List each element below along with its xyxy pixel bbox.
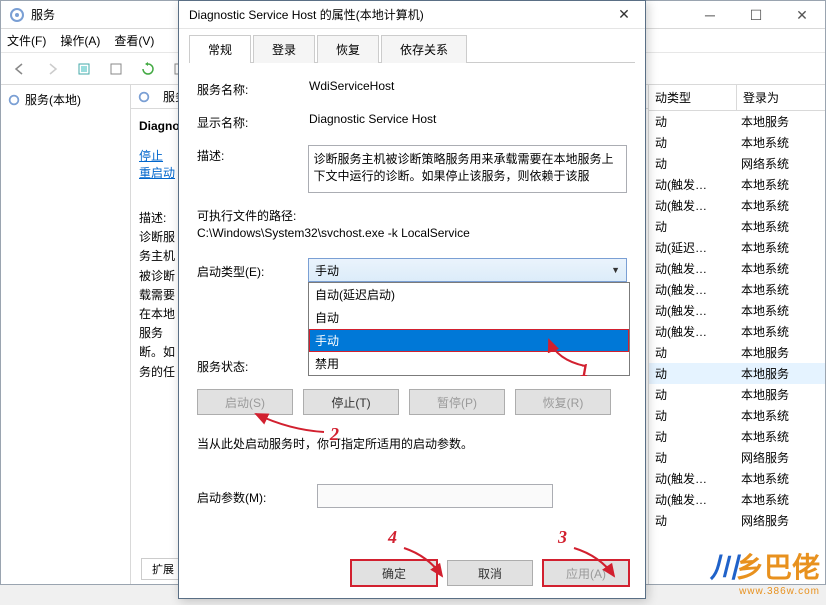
opt-auto[interactable]: 自动 bbox=[309, 306, 629, 329]
cancel-button[interactable]: 取消 bbox=[447, 560, 533, 586]
stop-link[interactable]: 停止 bbox=[139, 149, 163, 163]
tree-root[interactable]: 服务(本地) bbox=[5, 89, 126, 110]
service-row[interactable]: 动(触发…本地系统 bbox=[649, 258, 825, 279]
dlg-titlebar: Diagnostic Service Host 的属性(本地计算机) ✕ bbox=[179, 1, 645, 29]
dlg-tabs: 常规 登录 恢复 依存关系 bbox=[179, 29, 645, 63]
close-button[interactable]: ✕ bbox=[779, 1, 825, 29]
desc-textarea[interactable] bbox=[308, 145, 627, 193]
service-row[interactable]: 动本地系统 bbox=[649, 405, 825, 426]
ann-3: 3 bbox=[558, 527, 567, 548]
menu-view[interactable]: 查看(V) bbox=[114, 32, 154, 49]
service-row[interactable]: 动本地系统 bbox=[649, 132, 825, 153]
minimize-button[interactable]: ─ bbox=[687, 1, 733, 29]
tb-icon-2[interactable] bbox=[103, 56, 129, 82]
ok-button[interactable]: 确定 bbox=[351, 560, 437, 586]
gear-icon bbox=[7, 93, 21, 107]
service-row[interactable]: 动(触发…本地系统 bbox=[649, 174, 825, 195]
service-row[interactable]: 动(触发…本地系统 bbox=[649, 195, 825, 216]
properties-dialog: Diagnostic Service Host 的属性(本地计算机) ✕ 常规 … bbox=[178, 0, 646, 599]
desc-text: 诊断服务主机被诊断载需要在本地服务断。如务的任 bbox=[139, 228, 179, 382]
service-name-value: WdiServiceHost bbox=[309, 79, 627, 93]
menu-file[interactable]: 文件(F) bbox=[7, 32, 46, 49]
gear-icon bbox=[9, 7, 25, 23]
service-row[interactable]: 动(触发…本地系统 bbox=[649, 300, 825, 321]
start-button[interactable]: 启动(S) bbox=[197, 389, 293, 415]
service-row[interactable]: 动(触发…本地系统 bbox=[649, 321, 825, 342]
tb-icon-1[interactable] bbox=[71, 56, 97, 82]
col-startup[interactable]: 动类型 bbox=[649, 85, 737, 110]
display-name-label: 显示名称: bbox=[197, 112, 309, 131]
start-params-note: 当从此处启动服务时，你可指定所适用的启动参数。 bbox=[197, 435, 627, 452]
service-row[interactable]: 动本地服务 bbox=[649, 342, 825, 363]
bg-tree: 服务(本地) bbox=[1, 85, 131, 584]
tab-recovery[interactable]: 恢复 bbox=[317, 35, 379, 63]
start-params-input[interactable] bbox=[317, 484, 553, 508]
display-name-value: Diagnostic Service Host bbox=[309, 112, 627, 126]
refresh-button[interactable] bbox=[135, 56, 161, 82]
ann-2: 2 bbox=[330, 424, 339, 445]
startup-type-label: 启动类型(E): bbox=[197, 261, 308, 280]
menu-action[interactable]: 操作(A) bbox=[60, 32, 100, 49]
service-row[interactable]: 动本地服务 bbox=[649, 363, 825, 384]
resume-button[interactable]: 恢复(R) bbox=[515, 389, 611, 415]
service-row[interactable]: 动(触发…本地系统 bbox=[649, 468, 825, 489]
tab-general[interactable]: 常规 bbox=[189, 35, 251, 63]
service-row[interactable]: 动(延迟…本地系统 bbox=[649, 237, 825, 258]
service-row[interactable]: 动本地系统 bbox=[649, 216, 825, 237]
bg-window-controls: ─ ☐ ✕ bbox=[687, 1, 825, 29]
pause-button[interactable]: 暂停(P) bbox=[409, 389, 505, 415]
service-row[interactable]: 动网络系统 bbox=[649, 153, 825, 174]
service-row[interactable]: 动本地服务 bbox=[649, 384, 825, 405]
bg-title: 服务 bbox=[31, 6, 55, 23]
bg-list: 动类型 登录为 动本地服务动本地系统动网络系统动(触发…本地系统动(触发…本地系… bbox=[649, 85, 825, 584]
desc-label: 描述: bbox=[197, 145, 308, 164]
stop-button[interactable]: 停止(T) bbox=[303, 389, 399, 415]
path-value: C:\Windows\System32\svchost.exe -k Local… bbox=[197, 226, 627, 240]
list-header: 动类型 登录为 bbox=[649, 85, 825, 111]
startup-type-value: 手动 bbox=[315, 262, 339, 279]
startup-type-dropdown[interactable]: 手动 ▼ 自动(延迟启动) 自动 手动 禁用 bbox=[308, 258, 627, 282]
forward-button[interactable] bbox=[39, 56, 65, 82]
back-button[interactable] bbox=[7, 56, 33, 82]
col-logon[interactable]: 登录为 bbox=[737, 85, 785, 110]
opt-manual[interactable]: 手动 bbox=[309, 329, 629, 352]
dlg-close-button[interactable]: ✕ bbox=[603, 1, 645, 29]
dlg-title: Diagnostic Service Host 的属性(本地计算机) bbox=[189, 6, 424, 23]
service-row[interactable]: 动(触发…本地系统 bbox=[649, 489, 825, 510]
start-params-label: 启动参数(M): bbox=[197, 487, 317, 506]
path-label: 可执行文件的路径: bbox=[197, 207, 627, 224]
gear-icon bbox=[137, 90, 151, 104]
status-label: 服务状态: bbox=[197, 356, 309, 375]
ann-4: 4 bbox=[388, 527, 397, 548]
service-row[interactable]: 动本地服务 bbox=[649, 111, 825, 132]
service-name-label: 服务名称: bbox=[197, 79, 309, 98]
watermark: 川乡巴佬 www.386w.com bbox=[710, 546, 820, 597]
restart-link[interactable]: 重启动 bbox=[139, 166, 175, 180]
service-row[interactable]: 动网络服务 bbox=[649, 510, 825, 531]
chevron-down-icon: ▼ bbox=[611, 265, 620, 275]
apply-button[interactable]: 应用(A) bbox=[543, 560, 629, 586]
service-row[interactable]: 动本地系统 bbox=[649, 426, 825, 447]
maximize-button[interactable]: ☐ bbox=[733, 1, 779, 29]
opt-auto-delayed[interactable]: 自动(延迟启动) bbox=[309, 283, 629, 306]
tab-logon[interactable]: 登录 bbox=[253, 35, 315, 63]
service-row[interactable]: 动(触发…本地系统 bbox=[649, 279, 825, 300]
ann-1: 1 bbox=[580, 360, 589, 381]
tab-dependencies[interactable]: 依存关系 bbox=[381, 35, 467, 63]
service-row[interactable]: 动网络服务 bbox=[649, 447, 825, 468]
